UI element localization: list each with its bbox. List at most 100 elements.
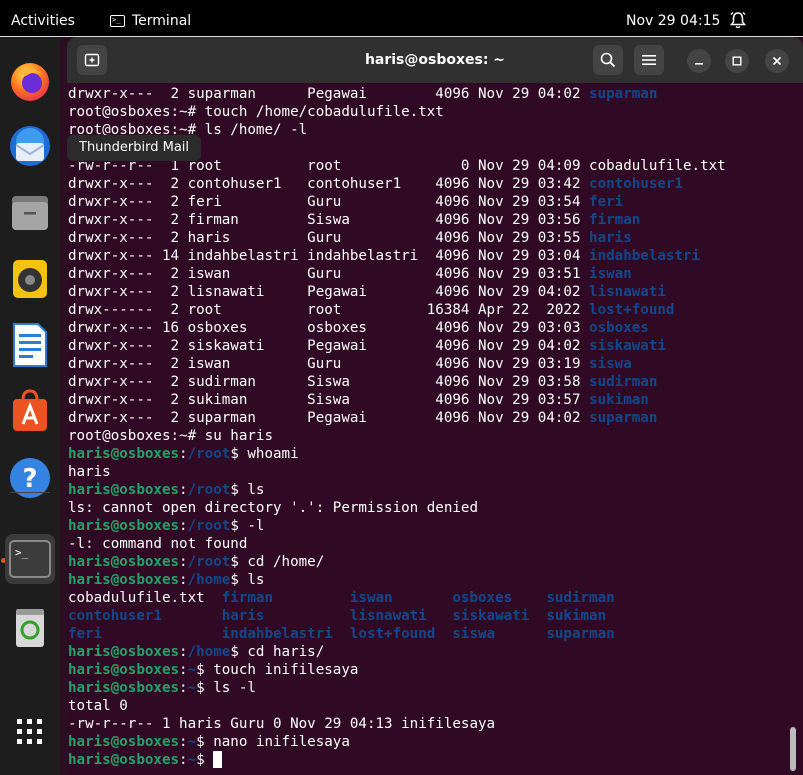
- shopping-bag-icon: [13, 389, 47, 431]
- writer-launcher[interactable]: [5, 320, 55, 370]
- terminal-text: firman: [589, 212, 641, 228]
- terminal-line: drwxr-x--- 2 sudirman Siswa 4096 Nov 29 …: [68, 373, 793, 391]
- clock[interactable]: Nov 29 04:15: [626, 13, 720, 29]
- terminal-text: feri: [589, 194, 624, 210]
- scrollbar[interactable]: [790, 727, 796, 771]
- firefox-launcher[interactable]: [5, 57, 55, 107]
- terminal-text: contohuser1 haris lisnawati siskawati su…: [68, 608, 607, 624]
- terminal-text: siswa: [589, 356, 632, 372]
- terminal-text: $ touch inifilesaya: [196, 662, 359, 678]
- terminal-text: /home: [187, 572, 231, 588]
- terminal-text: siskawati: [589, 338, 666, 354]
- maximize-button[interactable]: [725, 49, 749, 73]
- alarm-icon[interactable]: [730, 11, 746, 29]
- terminal-text: drwxr-x--- 2 suparman Pegawai 4096 Nov 2…: [68, 410, 590, 426]
- terminal-text: :: [179, 734, 188, 750]
- terminal-line: drwxr-x--- 16 osboxes osboxes 4096 Nov 2…: [68, 319, 793, 337]
- terminal-text: osboxes: [589, 320, 649, 336]
- terminal-line: haris@osboxes:/root$ ls: [68, 481, 793, 499]
- terminal-text: haris@osboxes: [68, 518, 180, 534]
- terminal-text: suparman: [589, 86, 658, 102]
- terminal-app-icon: >_: [110, 15, 125, 27]
- terminal-launcher[interactable]: >_: [5, 534, 55, 584]
- close-button[interactable]: [765, 49, 789, 73]
- terminal-text: /root: [187, 518, 231, 534]
- app-menu-label: Terminal: [132, 13, 192, 29]
- trash-icon: [16, 609, 44, 647]
- terminal-text: root@osboxes:~# su haris: [68, 428, 273, 444]
- terminal-text: haris@osboxes: [68, 644, 180, 660]
- terminal-text: $ ls: [230, 482, 265, 498]
- terminal-text: $ cd /home/: [230, 554, 325, 570]
- terminal-text: $ -l: [230, 518, 265, 534]
- speaker-icon: [13, 260, 47, 298]
- terminal-text: lisnawati: [589, 284, 666, 300]
- help-icon: ?: [10, 458, 50, 498]
- terminal-text: drwxr-x--- 2 contohuser1 contohuser1 409…: [68, 176, 590, 192]
- terminal-output[interactable]: drwxr-x--- 2 suparman Pegawai 4096 Nov 2…: [68, 85, 793, 775]
- help-launcher[interactable]: ?: [5, 453, 55, 503]
- dock: ? >_: [0, 37, 60, 775]
- terminal-text: drwxr-x--- 2 haris Guru 4096 Nov 29 03:5…: [68, 230, 590, 246]
- terminal-text: ~: [187, 662, 197, 678]
- menu-button[interactable]: [634, 45, 664, 75]
- title-bar[interactable]: haris@osboxes: ~: [67, 37, 803, 83]
- terminal-text: :: [179, 572, 188, 588]
- firefox-icon: [11, 63, 49, 101]
- terminal-text: haris@osboxes: [68, 680, 180, 696]
- show-apps-button[interactable]: [5, 707, 55, 757]
- terminal-line: root@osboxes:~# touch /home/cobadulufile…: [68, 103, 793, 121]
- terminal-line: drwxr-x--- 2 firman Siswa 4096 Nov 29 03…: [68, 211, 793, 229]
- terminal-text: :: [179, 644, 188, 660]
- terminal-text: :: [179, 446, 188, 462]
- terminal-line: -rw-r--r-- 1 haris Guru 0 Nov 29 04:13 i…: [68, 715, 793, 733]
- terminal-line: drwxr-x--- 2 feri Guru 4096 Nov 29 03:54…: [68, 193, 793, 211]
- app-menu[interactable]: >_ Terminal: [110, 13, 191, 29]
- trash-launcher[interactable]: [5, 602, 55, 652]
- terminal-text: drwxr-x--- 16 osboxes osboxes 4096 Nov 2…: [68, 320, 590, 336]
- rhythmbox-launcher[interactable]: [5, 253, 55, 303]
- terminal-text: ls: cannot open directory '.': Permissio…: [68, 500, 478, 516]
- terminal-line: haris@osboxes:/root$ -l: [68, 517, 793, 535]
- terminal-text: haris@osboxes: [68, 752, 180, 768]
- files-launcher[interactable]: [5, 187, 55, 237]
- terminal-line: haris: [68, 463, 793, 481]
- app-grid-icon: [17, 719, 42, 744]
- terminal-text: drwx------ 2 root root 16384 Apr 22 2022: [68, 302, 590, 318]
- svg-text:?: ?: [22, 464, 37, 494]
- terminal-text: drwxr-x--- 2 firman Siswa 4096 Nov 29 03…: [68, 212, 590, 228]
- app-center-launcher[interactable]: [5, 386, 55, 436]
- terminal-icon: >_: [9, 540, 51, 578]
- terminal-text: contohuser1: [589, 176, 684, 192]
- activities-button[interactable]: Activities: [11, 13, 75, 29]
- terminal-text: sudirman: [589, 374, 658, 390]
- terminal-text: ~: [187, 734, 197, 750]
- terminal-line: drwxr-x--- 2 sukiman Siswa 4096 Nov 29 0…: [68, 391, 793, 409]
- terminal-line: haris@osboxes:/home$ ls: [68, 571, 793, 589]
- terminal-text: haris@osboxes: [68, 446, 180, 462]
- terminal-text: lost+found: [589, 302, 675, 318]
- terminal-text: -l: command not found: [68, 536, 248, 552]
- thunderbird-launcher[interactable]: [5, 121, 55, 171]
- terminal-text: haris@osboxes: [68, 554, 180, 570]
- minimize-icon: [695, 63, 703, 65]
- terminal-text: drwxr-x--- 2 sukiman Siswa 4096 Nov 29 0…: [68, 392, 590, 408]
- terminal-text: drwxr-x--- 2 iswan Guru 4096 Nov 29 03:5…: [68, 266, 590, 282]
- terminal-text: haris: [68, 464, 111, 480]
- terminal-text: feri indahbelastri lost+found siswa supa…: [68, 626, 615, 642]
- files-icon: [12, 196, 48, 230]
- dock-separator: [10, 492, 50, 493]
- minimize-button[interactable]: [687, 49, 711, 73]
- top-bar: Activities >_ Terminal Nov 29 04:15: [0, 0, 803, 37]
- terminal-line: total 0: [68, 697, 793, 715]
- search-button[interactable]: [593, 45, 623, 75]
- terminal-line: haris@osboxes:/root$ whoami: [68, 445, 793, 463]
- terminal-line: haris@osboxes:~$: [68, 751, 793, 769]
- terminal-text: root@osboxes:~# touch /home/cobadulufile…: [68, 104, 444, 120]
- terminal-text: /root: [187, 482, 231, 498]
- terminal-text: $ nano inifilesaya: [196, 734, 350, 750]
- terminal-line: drwxr-x--- 2 haris Guru 4096 Nov 29 03:5…: [68, 229, 793, 247]
- terminal-text: -rw-r--r-- 1 haris Guru 0 Nov 29 04:13 i…: [68, 716, 496, 732]
- terminal-line: drwxr-x--- 2 suparman Pegawai 4096 Nov 2…: [68, 409, 793, 427]
- terminal-text: drwxr-x--- 14 indahbelastri indahbelastr…: [68, 248, 590, 264]
